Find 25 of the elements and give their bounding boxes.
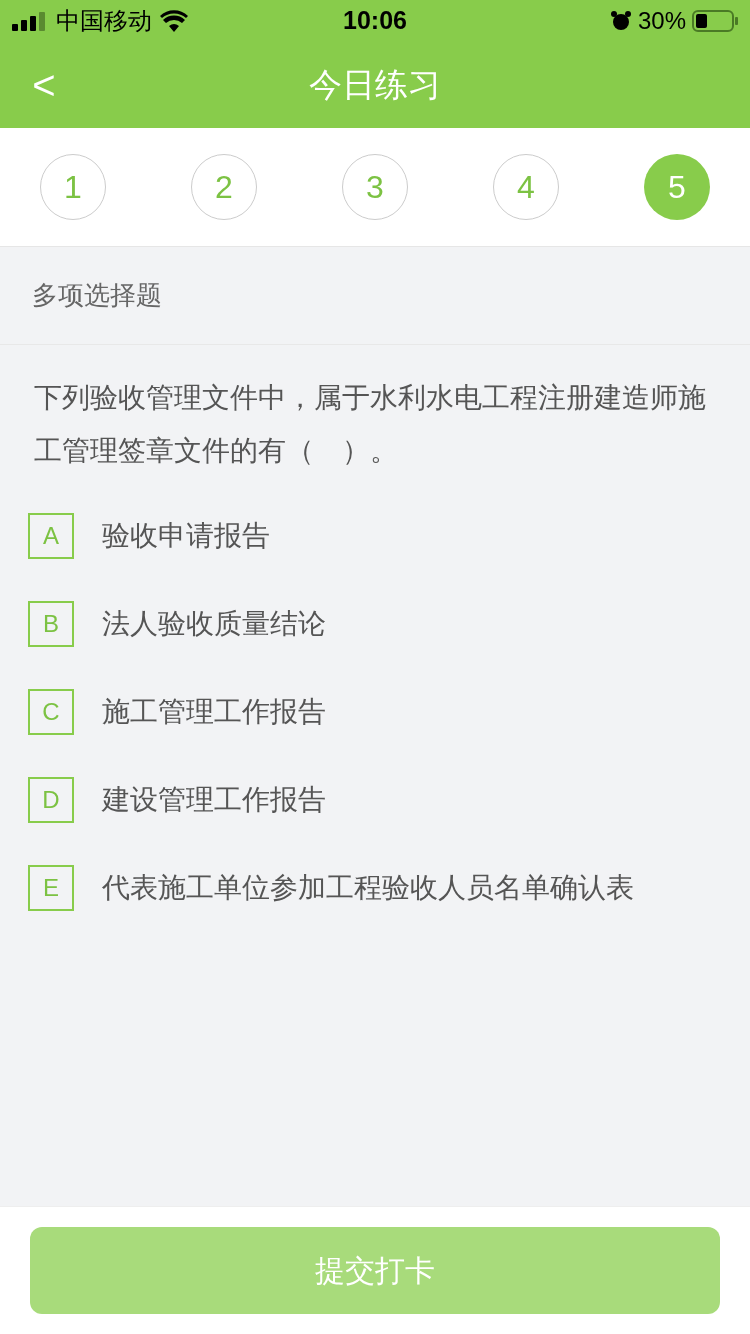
option-letter[interactable]: E (28, 865, 74, 911)
option-text[interactable]: 施工管理工作报告 (102, 691, 326, 733)
question-step[interactable]: 5 (644, 154, 710, 220)
question-step[interactable]: 4 (493, 154, 559, 220)
wifi-icon (160, 10, 188, 32)
option-text[interactable]: 验收申请报告 (102, 515, 270, 557)
clock-time: 10:06 (343, 5, 407, 37)
carrier-name: 中国移动 (56, 6, 152, 36)
option-letter[interactable]: D (28, 777, 74, 823)
option-letter[interactable]: B (28, 601, 74, 647)
signal-icon (12, 11, 48, 31)
page-title: 今日练习 (309, 65, 441, 106)
question-text: 下列验收管理文件中，属于水利水电工程注册建造师施工管理签章文件的有（ ）。 (33, 381, 707, 468)
back-button[interactable]: < (24, 60, 64, 110)
battery-percent: 30% (637, 6, 686, 36)
option-text[interactable]: 代表施工单位参加工程验收人员名单确认表 (102, 867, 634, 909)
question-step[interactable]: 1 (40, 154, 106, 220)
option-letter[interactable]: A (28, 513, 74, 559)
option-letter[interactable]: C (28, 689, 74, 735)
battery-icon (692, 10, 738, 32)
question-step[interactable]: 3 (342, 154, 408, 220)
question-step[interactable]: 2 (191, 154, 257, 220)
option-text[interactable]: 建设管理工作报告 (102, 779, 326, 821)
question-type: 多项选择题 (32, 279, 162, 312)
option-text[interactable]: 法人验收质量结论 (102, 603, 326, 645)
